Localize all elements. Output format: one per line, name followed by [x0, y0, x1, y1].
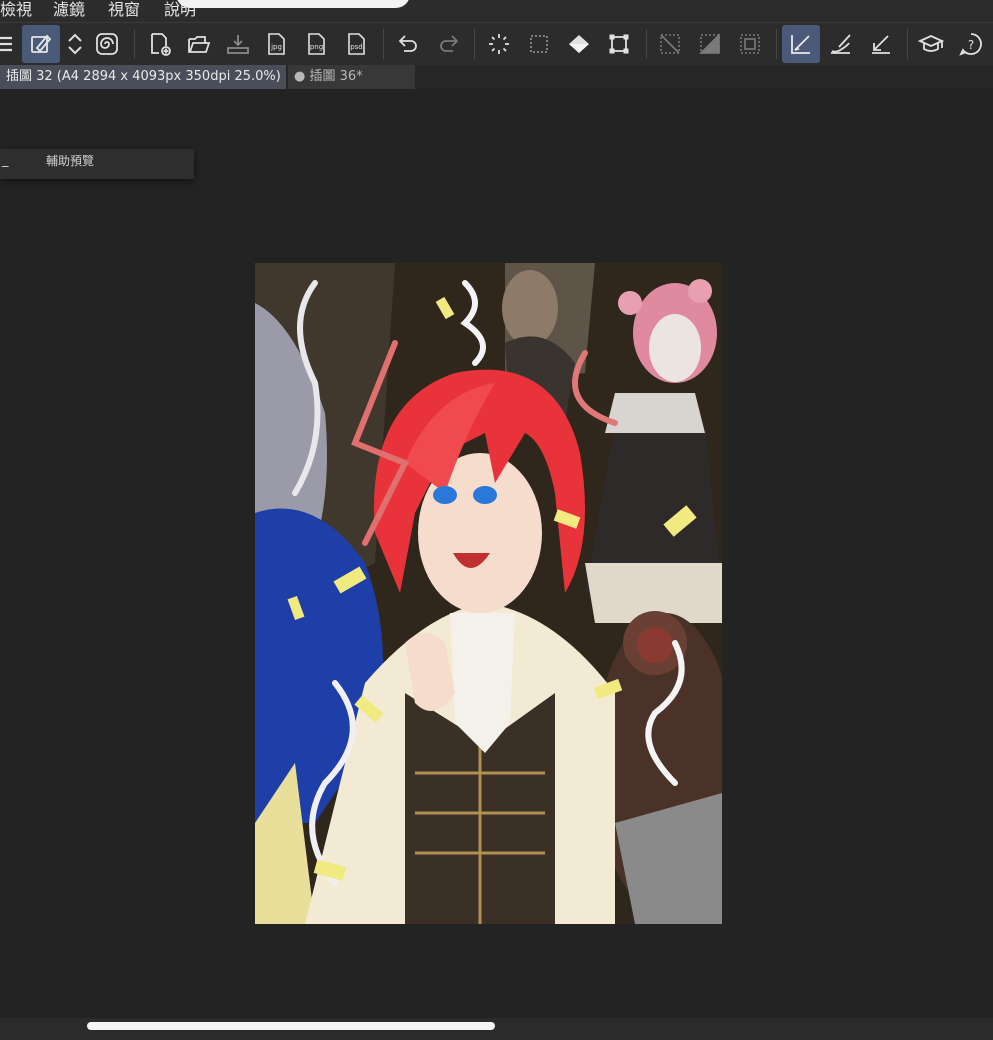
redo-icon[interactable] — [430, 25, 468, 63]
loading-spinner-icon[interactable] — [480, 25, 518, 63]
menu-view[interactable]: 檢視 — [0, 0, 32, 20]
menu-window[interactable]: 視窗 — [108, 0, 140, 20]
save-icon[interactable] — [219, 25, 257, 63]
jpg-export-icon[interactable]: jpg — [258, 25, 296, 63]
canvas-artwork — [255, 263, 722, 924]
ruler-pen-icon[interactable] — [782, 25, 820, 63]
jpg-label: jpg — [270, 43, 282, 51]
menu-filter[interactable]: 濾鏡 — [53, 0, 85, 20]
spiral-icon[interactable] — [88, 25, 126, 63]
deselect-icon[interactable] — [520, 25, 558, 63]
drawing-canvas[interactable] — [255, 263, 722, 924]
help-icon[interactable]: ? — [952, 25, 990, 63]
learn-cap-icon[interactable] — [912, 25, 950, 63]
top-popup — [176, 0, 410, 8]
fill-icon[interactable] — [560, 25, 598, 63]
document-tab-bar: 插圖 32 (A4 2894 x 4093px 350dpi 25.0%) ● … — [0, 65, 993, 89]
clear-selection-icon[interactable] — [651, 25, 689, 63]
png-export-icon[interactable]: png — [298, 25, 336, 63]
new-canvas-icon[interactable] — [141, 25, 179, 63]
menu-bar: 檢視 濾鏡 視窗 說明 — [0, 0, 993, 22]
command-bar: jpg png psd ? — [0, 22, 993, 66]
psd-label: psd — [350, 43, 363, 51]
selection-border-icon[interactable] — [731, 25, 769, 63]
transform-icon[interactable] — [600, 25, 638, 63]
panel-minimize-button[interactable]: _ — [2, 153, 9, 168]
panel-title: 輔助預覽 — [46, 154, 95, 168]
navigator-preview-panel[interactable]: _ 輔助預覽 — [0, 149, 194, 179]
tab-illustration-36[interactable]: ● 插圖 36* — [288, 65, 415, 89]
brush-stroke-icon[interactable] — [822, 25, 860, 63]
home-indicator[interactable] — [87, 1022, 495, 1030]
png-label: png — [310, 43, 323, 51]
brush-settings-icon[interactable] — [22, 25, 60, 63]
hamburger-menu-icon[interactable] — [0, 25, 22, 63]
ruler-snap-icon[interactable] — [862, 25, 900, 63]
undo-icon[interactable] — [389, 25, 427, 63]
svg-text:?: ? — [968, 38, 974, 52]
open-folder-icon[interactable] — [180, 25, 218, 63]
invert-selection-icon[interactable] — [691, 25, 729, 63]
psd-export-icon[interactable]: psd — [338, 25, 376, 63]
tab-illustration-32[interactable]: 插圖 32 (A4 2894 x 4093px 350dpi 25.0%) — [0, 65, 286, 89]
